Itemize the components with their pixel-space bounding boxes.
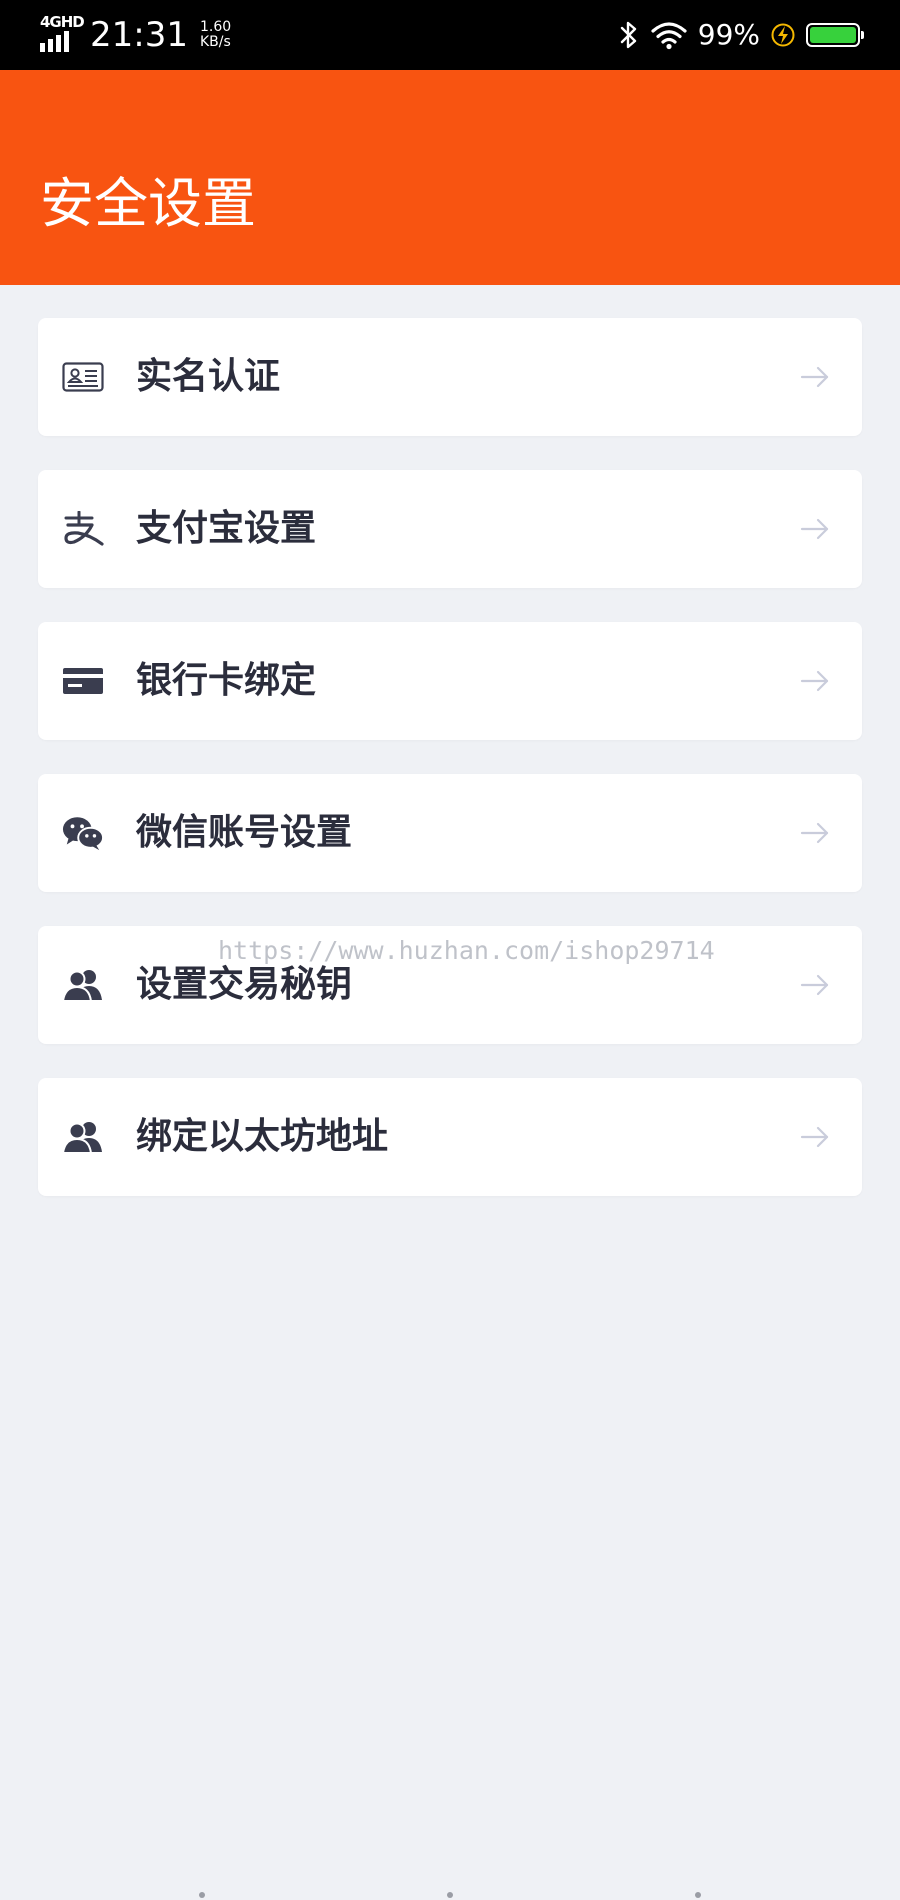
wifi-icon	[651, 22, 687, 50]
users-icon	[62, 1118, 104, 1156]
battery-fill	[810, 27, 856, 43]
clock: 21:31	[90, 15, 188, 55]
app-header: 安全设置	[0, 70, 900, 285]
arrow-right-icon	[800, 974, 829, 996]
alipay-icon	[62, 510, 104, 548]
bluetooth-icon	[620, 21, 636, 49]
menu-item-wechat[interactable]: 微信账号设置	[38, 774, 862, 892]
nav-gesture-dots	[0, 1888, 900, 1900]
bank-card-icon	[62, 662, 104, 700]
battery-icon	[806, 23, 864, 47]
network-speed: 1.60 KB/s	[200, 20, 231, 50]
settings-menu: 实名认证 支付宝设置 银行卡绑定 微信账号设置 设置交易秘钥 绑定以太坊地址	[38, 318, 862, 1230]
arrow-right-icon	[800, 518, 829, 540]
page-title: 安全设置	[40, 172, 256, 235]
nav-dot	[199, 1892, 205, 1898]
network-type: 4GHD	[40, 13, 85, 31]
menu-item-trade-key[interactable]: 设置交易秘钥	[38, 926, 862, 1044]
arrow-right-icon	[800, 822, 829, 844]
signal-icon: 4GHD	[40, 13, 85, 55]
status-bar: 4GHD 21:31 1.60 KB/s 99%	[0, 0, 900, 70]
status-left: 4GHD 21:31 1.60 KB/s	[40, 14, 231, 56]
menu-item-label: 设置交易秘钥	[136, 964, 353, 1005]
users-icon	[62, 966, 104, 1004]
speed-value: 1.60	[199, 19, 232, 35]
menu-item-alipay[interactable]: 支付宝设置	[38, 470, 862, 588]
wechat-icon	[62, 814, 104, 852]
id-card-icon	[62, 358, 104, 396]
menu-item-label: 绑定以太坊地址	[136, 1116, 389, 1157]
nav-dot	[695, 1892, 701, 1898]
arrow-right-icon	[800, 1126, 829, 1148]
arrow-right-icon	[800, 366, 829, 388]
menu-item-ethereum-address[interactable]: 绑定以太坊地址	[38, 1078, 862, 1196]
menu-item-label: 实名认证	[136, 356, 281, 397]
menu-item-label: 微信账号设置	[136, 812, 353, 853]
menu-item-real-name[interactable]: 实名认证	[38, 318, 862, 436]
status-right: 99%	[618, 14, 864, 56]
charging-icon	[771, 23, 795, 47]
menu-item-label: 支付宝设置	[136, 508, 317, 549]
battery-percent: 99%	[697, 18, 760, 51]
arrow-right-icon	[800, 670, 829, 692]
speed-unit: KB/s	[199, 34, 231, 50]
menu-item-label: 银行卡绑定	[136, 660, 317, 701]
menu-item-bank-card[interactable]: 银行卡绑定	[38, 622, 862, 740]
nav-dot	[447, 1892, 453, 1898]
